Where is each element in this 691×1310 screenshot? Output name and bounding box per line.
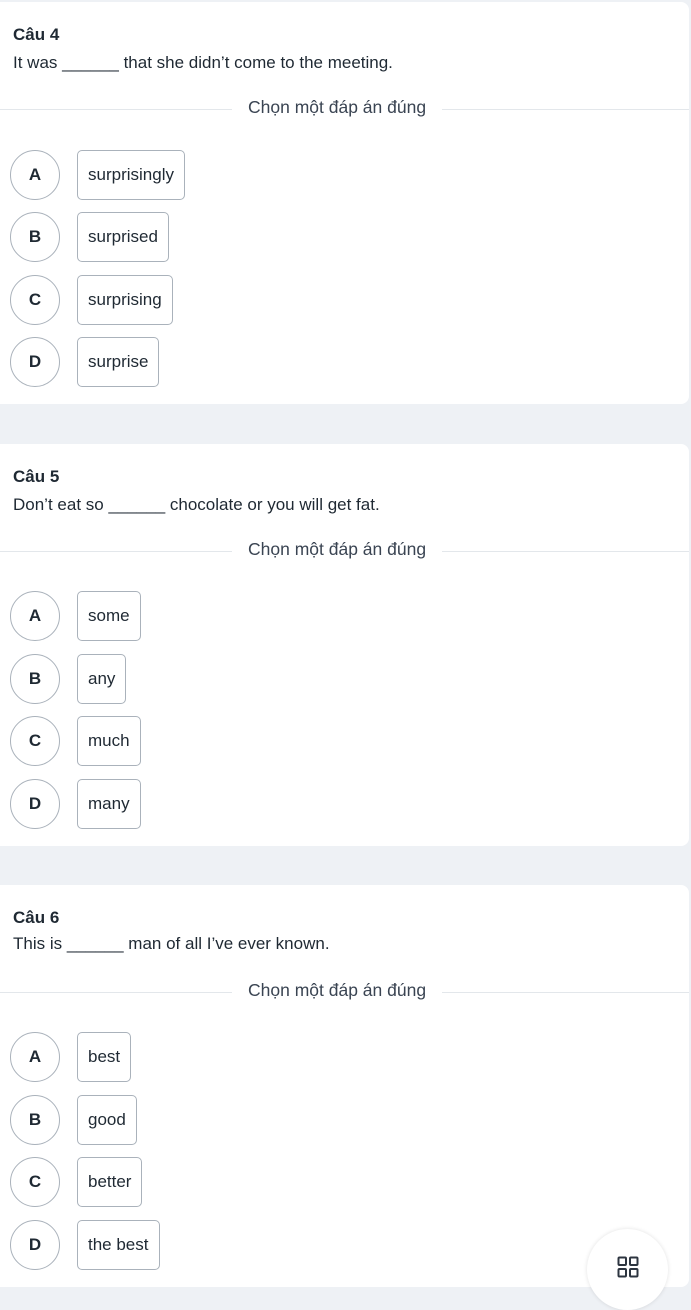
option-text[interactable]: better [77, 1157, 143, 1207]
question-text: Don’t eat so ______ chocolate or you wil… [13, 495, 380, 514]
option-letter[interactable]: A [10, 150, 60, 200]
grid-icon [616, 1255, 640, 1284]
question-text: This is ______ man of all I’ve ever know… [13, 934, 330, 953]
option-text[interactable]: surprised [77, 212, 169, 262]
question-title: Câu 6 [13, 908, 60, 927]
option-letter[interactable]: C [10, 1157, 60, 1207]
option-letter[interactable]: C [10, 716, 60, 766]
question-card-6: Câu 6 This is ______ man of all I’ve eve… [0, 885, 689, 1287]
instruction-label: Chọn một đáp án đúng [232, 97, 443, 118]
option-text[interactable]: surprising [77, 275, 173, 325]
option-text[interactable]: much [77, 716, 141, 766]
option-letter[interactable]: C [10, 275, 60, 325]
option-text[interactable]: many [77, 779, 141, 829]
option-letter[interactable]: D [10, 337, 60, 387]
option-letter[interactable]: B [10, 212, 60, 262]
option-letter[interactable]: B [10, 654, 60, 704]
question-grid-button[interactable] [587, 1229, 668, 1310]
option-letter[interactable]: A [10, 591, 60, 641]
question-title: Câu 4 [13, 25, 60, 44]
instruction-label: Chọn một đáp án đúng [232, 980, 443, 1001]
option-text[interactable]: good [77, 1095, 137, 1145]
question-text: It was ______ that she didn’t come to th… [13, 53, 393, 72]
option-letter[interactable]: B [10, 1095, 60, 1145]
option-text[interactable]: best [77, 1032, 132, 1082]
option-text[interactable]: the best [77, 1220, 160, 1270]
option-letter[interactable]: A [10, 1032, 60, 1082]
instruction-label: Chọn một đáp án đúng [232, 539, 443, 560]
option-text[interactable]: some [77, 591, 141, 641]
option-text[interactable]: surprise [77, 337, 160, 387]
option-text[interactable]: surprisingly [77, 150, 185, 200]
question-card-5: Câu 5 Don’t eat so ______ chocolate or y… [0, 444, 689, 846]
option-letter[interactable]: D [10, 779, 60, 829]
question-title: Câu 5 [13, 467, 60, 486]
option-letter[interactable]: D [10, 1220, 60, 1270]
option-text[interactable]: any [77, 654, 127, 704]
question-card-4: Câu 4 It was ______ that she didn’t come… [0, 2, 689, 404]
